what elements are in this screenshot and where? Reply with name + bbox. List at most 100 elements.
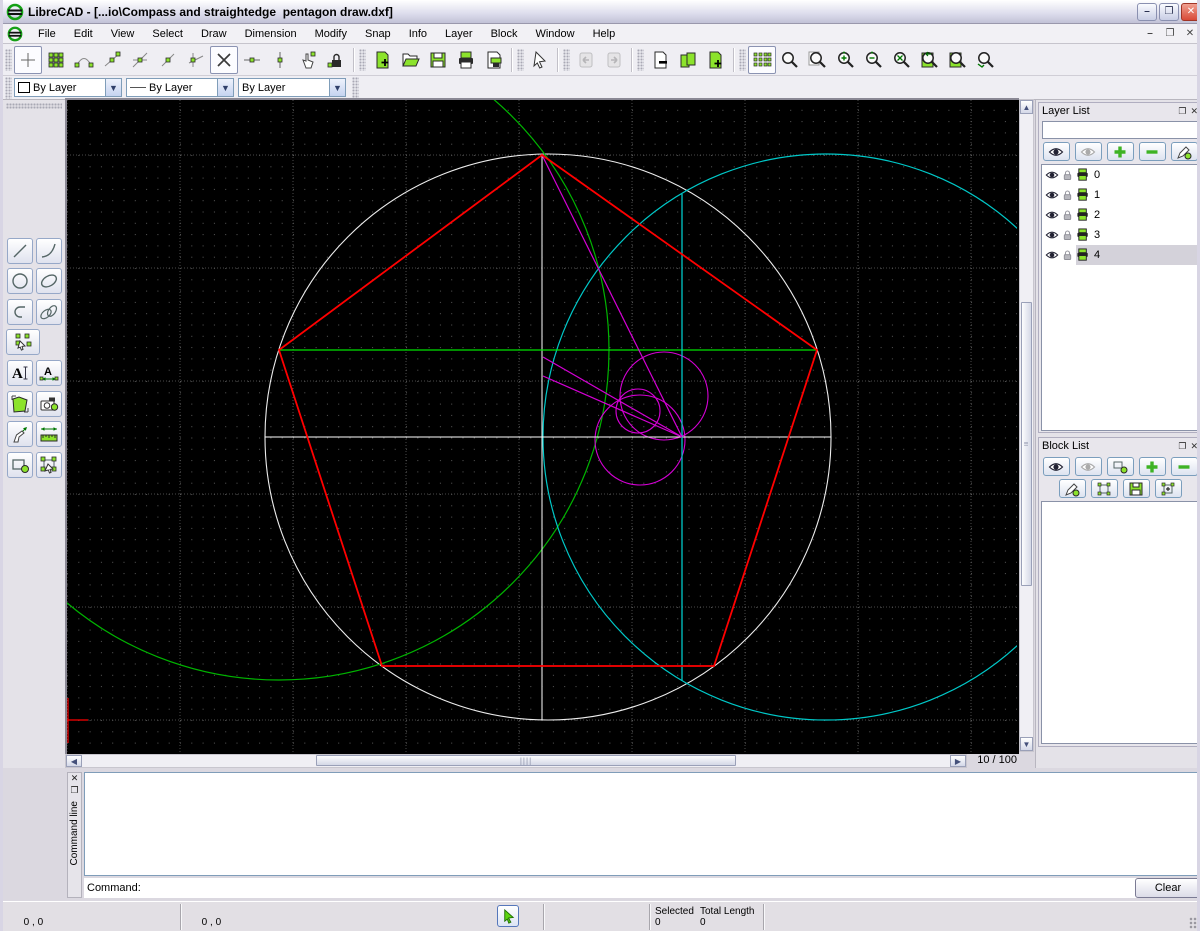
zoom-page-button[interactable] xyxy=(944,46,972,74)
scroll-up-button[interactable]: ▲ xyxy=(1020,100,1033,114)
menu-dimension[interactable]: Dimension xyxy=(236,26,306,42)
snap-center-button[interactable] xyxy=(126,46,154,74)
toolbar-drag-handle[interactable] xyxy=(739,49,746,71)
clear-button[interactable]: Clear xyxy=(1135,878,1200,898)
draw-ellipse-button[interactable] xyxy=(36,268,62,294)
print-icon[interactable] xyxy=(1076,188,1091,203)
hide-all-blocks-button[interactable] xyxy=(1075,457,1102,476)
file-open-button[interactable] xyxy=(396,46,424,74)
draw-hatch-button[interactable] xyxy=(7,391,33,417)
horizontal-scroll-thumb[interactable]: |||| xyxy=(316,755,736,766)
chevron-down-icon[interactable]: ▼ xyxy=(105,79,121,96)
toolbar-drag-handle[interactable] xyxy=(352,77,359,99)
file-print-button[interactable] xyxy=(452,46,480,74)
layer-row-0[interactable]: 0 xyxy=(1042,165,1198,185)
menu-snap[interactable]: Snap xyxy=(356,26,400,42)
toolbar-drag-handle[interactable] xyxy=(5,77,12,99)
resize-grip[interactable] xyxy=(1189,917,1200,929)
snap-middle-button[interactable] xyxy=(154,46,182,74)
menu-layer[interactable]: Layer xyxy=(436,26,482,42)
zoom-pan-button[interactable] xyxy=(972,46,1000,74)
pointer-button[interactable] xyxy=(526,46,554,74)
add-block-button[interactable] xyxy=(1139,457,1166,476)
block-list-titlebar[interactable]: Block List ❐ ✕ xyxy=(1039,438,1200,454)
snap-free-button[interactable] xyxy=(14,46,42,74)
print-preview-button[interactable] xyxy=(480,46,508,74)
select-points-button[interactable] xyxy=(6,329,40,355)
layer-visibility-icon[interactable] xyxy=(1045,188,1059,202)
maximize-button[interactable]: ❐ xyxy=(1159,3,1179,21)
layer-row-2[interactable]: 2 xyxy=(1042,205,1198,225)
edit-current-block-button[interactable] xyxy=(1091,479,1118,498)
draw-polyline-button[interactable] xyxy=(7,299,33,325)
modify-move-button[interactable] xyxy=(7,421,33,447)
view-previous-button[interactable] xyxy=(572,46,600,74)
print-icon[interactable] xyxy=(1076,168,1091,183)
scroll-left-button[interactable]: ◀ xyxy=(66,755,82,767)
drawing-canvas[interactable] xyxy=(65,98,1019,754)
menu-draw[interactable]: Draw xyxy=(192,26,236,42)
insert-block-button[interactable] xyxy=(1155,479,1182,498)
file-save-button[interactable] xyxy=(424,46,452,74)
snap-intersection-button[interactable] xyxy=(210,46,238,74)
save-block-button[interactable] xyxy=(1123,479,1150,498)
close-button[interactable]: ✕ xyxy=(1181,3,1200,21)
menu-edit[interactable]: Edit xyxy=(65,26,102,42)
menu-info[interactable]: Info xyxy=(400,26,436,42)
command-history[interactable] xyxy=(84,772,1200,876)
show-all-blocks-button[interactable] xyxy=(1043,457,1070,476)
horizontal-scrollbar[interactable]: ◀ |||| ▶ xyxy=(65,754,967,768)
color-combo[interactable]: By Layer ▼ xyxy=(14,78,122,97)
menu-file[interactable]: File xyxy=(29,26,65,42)
scroll-down-button[interactable]: ▼ xyxy=(1020,737,1033,751)
command-input[interactable] xyxy=(147,880,1131,896)
edit-copy-button[interactable] xyxy=(674,46,702,74)
lock-icon[interactable] xyxy=(1061,209,1074,222)
insert-image-button[interactable] xyxy=(36,391,62,417)
zoom-window-button[interactable] xyxy=(888,46,916,74)
zoom-out-button[interactable] xyxy=(860,46,888,74)
draw-dimension-button[interactable]: A xyxy=(36,360,62,386)
create-block-button[interactable] xyxy=(7,452,33,478)
print-icon[interactable] xyxy=(1076,228,1091,243)
restrict-orthogonal-button[interactable] xyxy=(294,46,322,74)
menu-modify[interactable]: Modify xyxy=(306,26,356,42)
edit-cut-button[interactable] xyxy=(646,46,674,74)
zoom-previous-button[interactable] xyxy=(916,46,944,74)
snap-intersection-auto-button[interactable] xyxy=(182,46,210,74)
remove-block-button[interactable] xyxy=(1171,457,1198,476)
width-combo[interactable]: By Layer ▼ xyxy=(238,78,346,97)
vertical-scrollbar[interactable]: ▲ ≡ ▼ xyxy=(1019,99,1034,752)
edit-layer-button[interactable] xyxy=(1171,142,1198,161)
draw-circle-button[interactable] xyxy=(7,268,33,294)
float-dock-icon[interactable]: ❐ xyxy=(70,785,78,797)
draw-line-button[interactable] xyxy=(7,238,33,264)
toolbar-drag-handle[interactable] xyxy=(359,49,366,71)
layer-row-4[interactable]: 4 xyxy=(1042,245,1198,265)
layer-visibility-icon[interactable] xyxy=(1045,168,1059,182)
remove-layer-button[interactable] xyxy=(1139,142,1166,161)
toolbar-drag-handle[interactable] xyxy=(5,49,12,71)
float-panel-icon[interactable]: ❐ xyxy=(1178,106,1186,117)
mdi-minimize-button[interactable]: – xyxy=(1143,27,1157,40)
snap-grid-button[interactable] xyxy=(42,46,70,74)
file-new-button[interactable] xyxy=(368,46,396,74)
draw-spline-button[interactable] xyxy=(36,299,62,325)
mdi-restore-button[interactable]: ❐ xyxy=(1163,27,1177,40)
toolbar-drag-handle[interactable] xyxy=(637,49,644,71)
layer-row-1[interactable]: 1 xyxy=(1042,185,1198,205)
minimize-button[interactable]: – xyxy=(1137,3,1157,21)
layer-row-3[interactable]: 3 xyxy=(1042,225,1198,245)
chevron-down-icon[interactable]: ▼ xyxy=(329,79,345,96)
grid-toggle-button[interactable] xyxy=(748,46,776,74)
print-icon[interactable] xyxy=(1076,248,1091,263)
draw-text-button[interactable]: A xyxy=(7,360,33,386)
layer-visibility-icon[interactable] xyxy=(1045,208,1059,222)
select-pointer-button[interactable] xyxy=(497,905,519,927)
menu-select[interactable]: Select xyxy=(143,26,192,42)
add-layer-button[interactable] xyxy=(1107,142,1134,161)
menu-block[interactable]: Block xyxy=(482,26,527,42)
title-bar[interactable]: LibreCAD - [...io\Compass and straighted… xyxy=(3,0,1200,24)
lock-icon[interactable] xyxy=(1061,189,1074,202)
draw-arc-button[interactable] xyxy=(36,238,62,264)
